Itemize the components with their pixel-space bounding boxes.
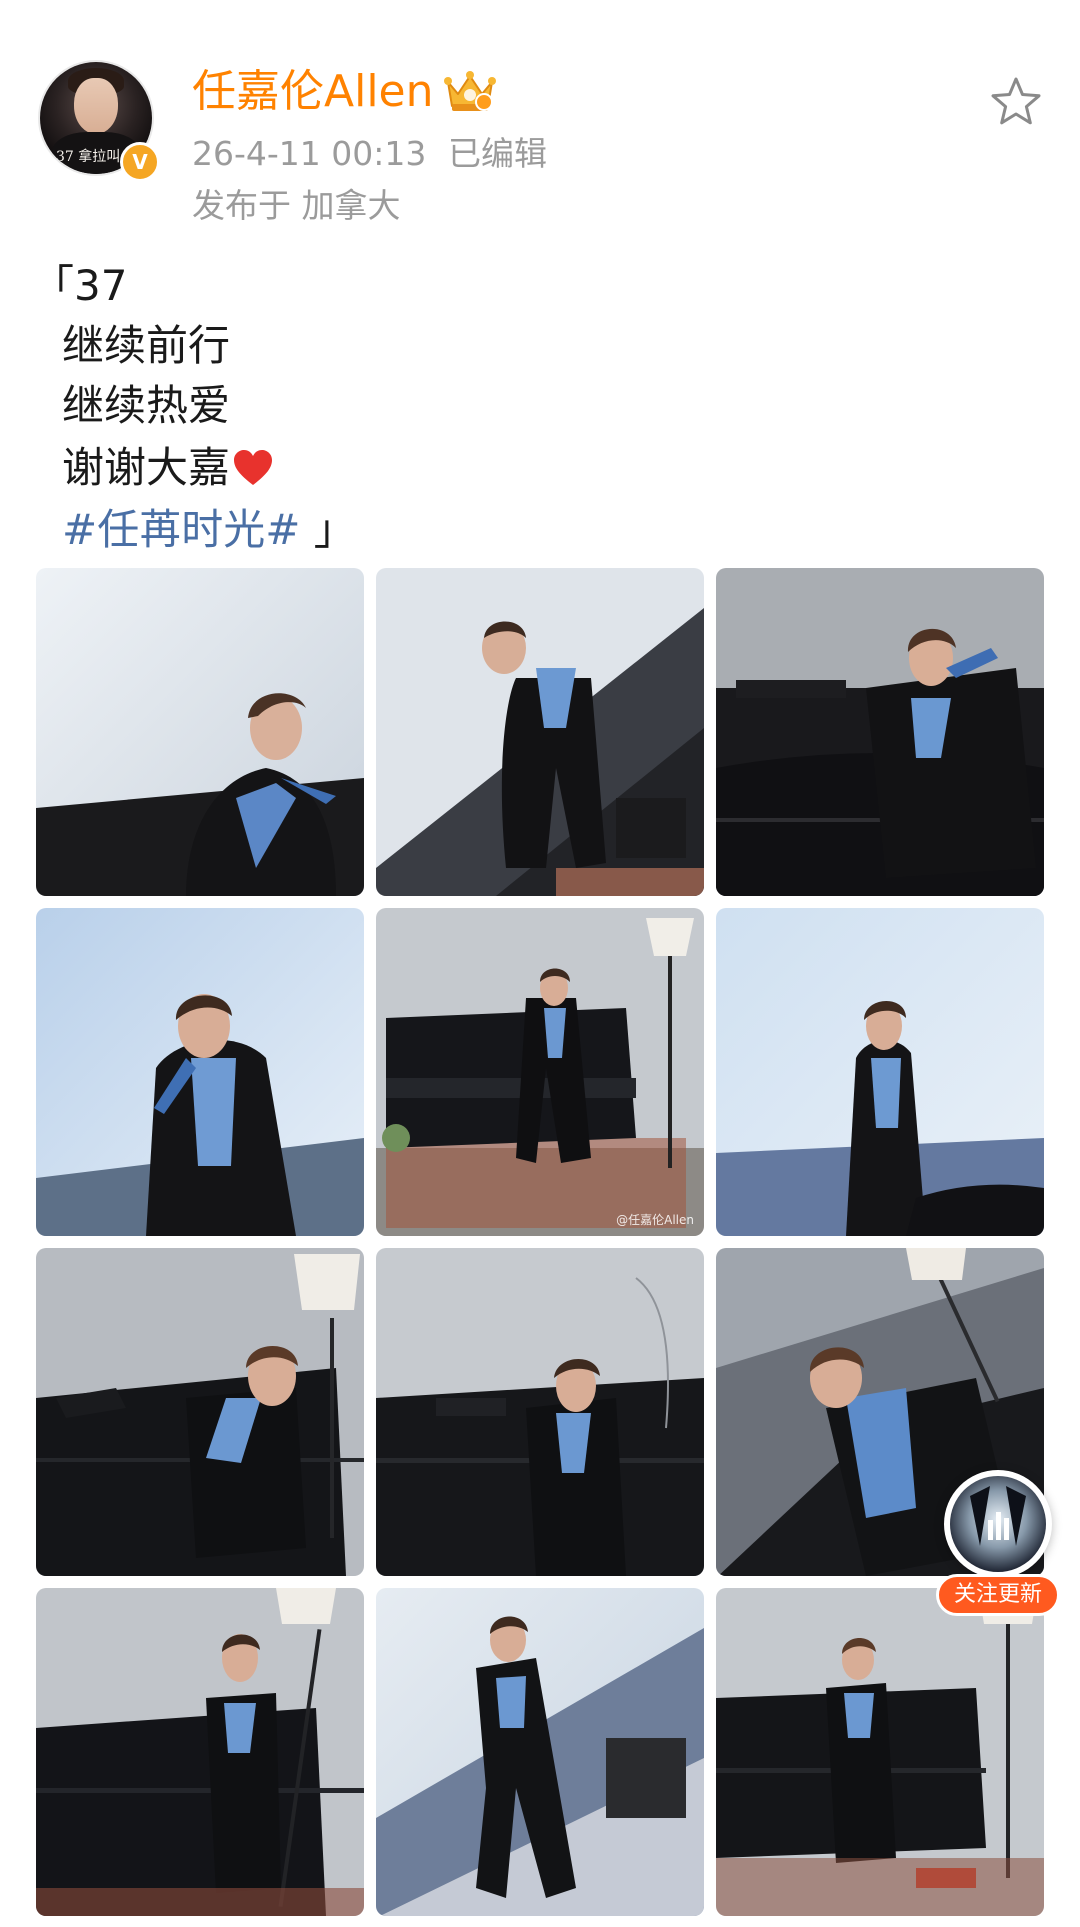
red-heart-icon — [234, 450, 273, 485]
edited-label[interactable]: 已编辑 — [448, 132, 547, 176]
follow-avatar-image — [970, 1486, 1026, 1546]
image-watermark: @任嘉伦Allen — [616, 1213, 694, 1227]
post-image-12[interactable] — [716, 1588, 1044, 1916]
post-image-5[interactable]: @任嘉伦Allen — [376, 908, 704, 1236]
follow-avatar[interactable] — [944, 1470, 1052, 1578]
weibo-post-page: 37 拿拉叫 V 任嘉伦Allen 26-4-11 00:13 已编辑 发布于 … — [0, 0, 1080, 1927]
author-name[interactable]: 任嘉伦Allen — [192, 64, 434, 120]
author-avatar[interactable]: 37 拿拉叫 V — [40, 62, 160, 182]
post-timestamp: 26-4-11 00:13 — [192, 134, 427, 173]
post-text-line-5: #任苒时光# 」 — [62, 502, 356, 558]
follow-updates-button[interactable]: 关注更新 — [936, 1574, 1060, 1616]
post-image-3[interactable] — [716, 568, 1044, 896]
post-text-line-1: 「37 — [32, 261, 128, 310]
verified-badge-icon: V — [120, 142, 160, 182]
hashtag-link[interactable]: #任苒时光# — [62, 505, 300, 554]
star-outline-icon[interactable] — [988, 74, 1044, 130]
post-text-line-4: 谢谢大嘉 — [62, 440, 274, 496]
post-image-11[interactable] — [376, 1588, 704, 1916]
post-image-8[interactable] — [376, 1248, 704, 1576]
post-image-7[interactable] — [36, 1248, 364, 1576]
post-image-6[interactable] — [716, 908, 1044, 1236]
post-text-line-2: 继续前行 — [62, 321, 231, 370]
floating-follow-widget[interactable]: 关注更新 — [936, 1470, 1060, 1618]
post-location: 发布于 加拿大 — [192, 186, 401, 225]
close-quote: 」 — [313, 505, 356, 554]
avatar-caption: 37 拿拉叫 — [56, 149, 121, 165]
post-image-10[interactable] — [36, 1588, 364, 1916]
post-image-1[interactable] — [36, 568, 364, 896]
post-text-line-4-label: 谢谢大嘉 — [62, 443, 231, 492]
crown-icon[interactable] — [442, 68, 498, 114]
post-image-4[interactable] — [36, 908, 364, 1236]
post-image-2[interactable] — [376, 568, 704, 896]
post-text-line-3: 继续热爱 — [62, 381, 231, 430]
